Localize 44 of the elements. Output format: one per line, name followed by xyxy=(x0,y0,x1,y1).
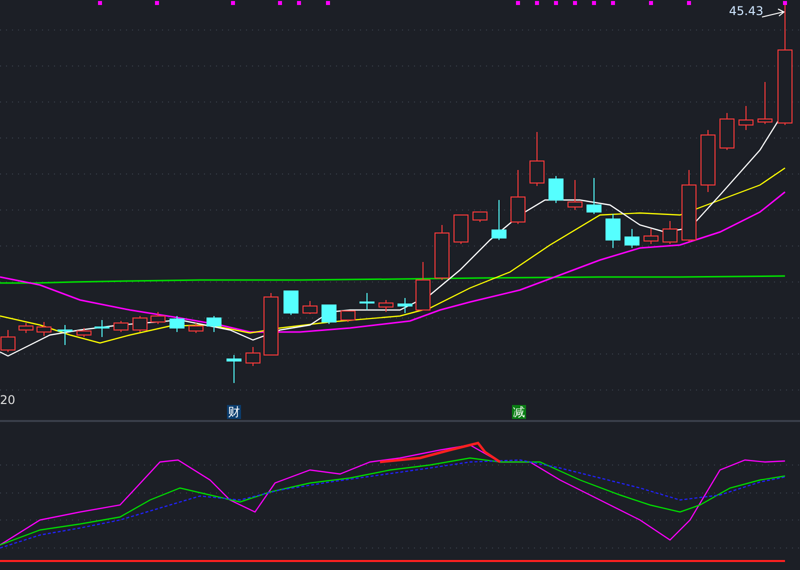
candlestick xyxy=(492,200,506,240)
candlestick xyxy=(586,178,602,214)
candlestick xyxy=(132,316,148,332)
candlestick xyxy=(114,320,128,332)
candlestick xyxy=(568,180,582,210)
candlestick xyxy=(434,224,450,280)
event-marker: 财 xyxy=(227,405,241,419)
candlestick xyxy=(644,228,658,244)
candlestick xyxy=(302,300,318,314)
candlestick xyxy=(416,262,430,310)
candlestick xyxy=(76,328,92,338)
candlestick xyxy=(662,220,678,244)
candlestick xyxy=(758,82,772,124)
candlestick xyxy=(606,214,620,248)
candlestick xyxy=(150,312,166,324)
price-label: 45.43 xyxy=(729,4,764,18)
axis-label: 20 xyxy=(0,393,16,407)
candlestick xyxy=(36,322,52,336)
candlestick xyxy=(472,212,488,222)
candlestick xyxy=(398,298,412,314)
candlestick xyxy=(738,106,754,130)
candlestick xyxy=(548,176,564,204)
candlestick xyxy=(170,316,184,332)
candlestick xyxy=(246,346,260,366)
candlestick xyxy=(188,322,204,334)
event-marker: 减 xyxy=(512,405,526,419)
candlestick xyxy=(720,112,734,150)
candlestick xyxy=(700,130,716,192)
candlestick xyxy=(58,324,72,346)
candlestick xyxy=(360,292,374,310)
candlestick xyxy=(530,132,544,186)
candlestick xyxy=(510,170,526,224)
candlestick xyxy=(340,310,356,322)
candlestick xyxy=(322,304,336,324)
candlestick xyxy=(264,292,278,356)
candlestick xyxy=(206,316,222,332)
candlestick xyxy=(284,290,298,316)
candlestick xyxy=(18,322,34,334)
candlestick xyxy=(454,214,468,244)
candlestick xyxy=(378,300,394,312)
pointer-arrow xyxy=(762,8,785,18)
candlestick xyxy=(94,320,110,338)
candlestick xyxy=(624,228,640,248)
candlestick xyxy=(226,354,242,384)
